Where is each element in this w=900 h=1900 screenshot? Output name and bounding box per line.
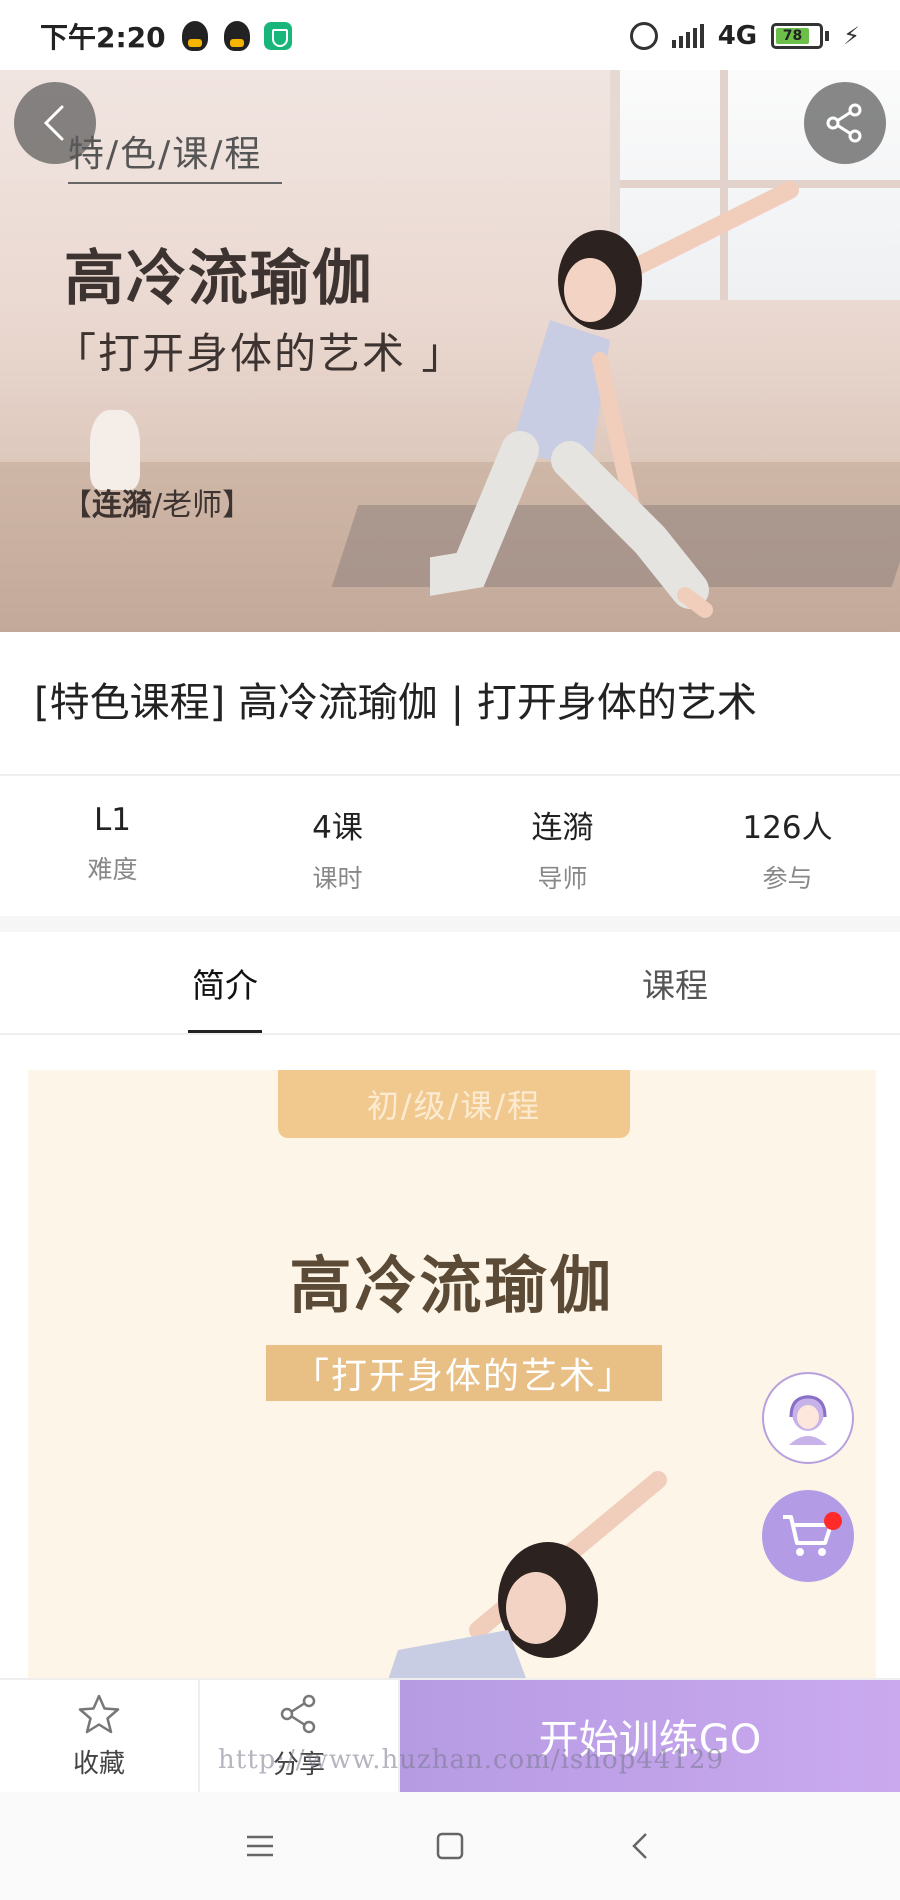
poster-subtitle: 「打开身体的艺术」 — [266, 1345, 662, 1401]
network-type: 4G — [717, 21, 758, 51]
cart-button[interactable] — [762, 1490, 854, 1582]
battery-icon: 78 — [771, 23, 830, 49]
poster-title: 高冷流瑜伽 — [289, 1249, 615, 1322]
system-back-button[interactable] — [620, 1826, 660, 1866]
stat-difficulty: L1 难度 — [87, 802, 138, 884]
hero-teacher: 【连漪/老师】 — [62, 488, 253, 523]
course-stats: L1 难度 4课 课时 连漪 导师 126人 参与 — [0, 776, 900, 916]
stat-lessons: 4课 课时 — [312, 810, 363, 893]
share-top-button[interactable] — [804, 82, 886, 164]
stat-instructor: 连漪 导师 — [531, 810, 594, 893]
signal-icon — [671, 24, 704, 48]
back-icon — [43, 105, 64, 141]
tab-lessons[interactable]: 课程 — [450, 932, 900, 1033]
yoga-instructor-photo — [430, 181, 799, 618]
poster-badge: 初/级/课/程 — [278, 1070, 630, 1138]
content-tabs: 简介 课程 — [0, 932, 900, 1035]
customer-service-button[interactable] — [762, 1372, 854, 1464]
tab-intro[interactable]: 简介 — [0, 932, 450, 1033]
security-app-icon — [263, 22, 292, 50]
course-title: [特色课程] 高冷流瑜伽 | 打开身体的艺术 — [34, 680, 757, 726]
start-training-button[interactable]: 开始训练GO — [400, 1680, 900, 1792]
hero-tag: 特/色/课/程 — [68, 134, 263, 175]
favorite-label: 收藏 — [72, 1748, 125, 1779]
cart-badge-dot — [824, 1512, 842, 1530]
hero-subtitle: 「打开身体的艺术 」 — [54, 329, 466, 378]
recent-apps-button[interactable] — [240, 1826, 280, 1866]
hero-teacher-name: 连漪 — [92, 488, 152, 523]
vase-illustration — [90, 410, 140, 490]
home-button[interactable] — [430, 1826, 470, 1866]
favorite-button[interactable]: 收藏 — [0, 1680, 200, 1792]
share-button[interactable]: 分享 — [200, 1680, 400, 1792]
status-indicators: 4G 78 ⚡ — [629, 21, 860, 51]
menu-icon — [247, 1835, 273, 1857]
intro-poster: 初/级/课/程 高冷流瑜伽 「打开身体的艺术」 — [28, 1070, 876, 1700]
stat-participants: 126人 参与 — [742, 810, 833, 893]
poster-instructor-photo — [381, 1471, 667, 1700]
back-button[interactable] — [14, 82, 96, 164]
alarm-icon — [629, 22, 658, 50]
headset-avatar-icon — [789, 1395, 827, 1445]
star-icon — [78, 1694, 120, 1733]
qq-notification-icon-2 — [223, 21, 250, 51]
share-icon — [826, 103, 862, 143]
share-icon — [280, 1694, 316, 1733]
qq-notification-icon — [181, 21, 208, 51]
system-nav-bar — [0, 1792, 900, 1900]
charging-icon: ⚡ — [843, 22, 860, 50]
status-time: 下午2:20 — [40, 21, 166, 54]
watermark-text: http://www.huzhan.com/ishop44129 — [218, 1745, 724, 1775]
hero-banner: 特/色/课/程 高冷流瑜伽 「打开身体的艺术 」 【连漪/老师】 — [0, 70, 900, 632]
nav-back-icon — [632, 1833, 647, 1859]
hero-title: 高冷流瑜伽 — [64, 244, 374, 314]
battery-level: 78 — [776, 28, 809, 44]
status-bar: 下午2:20 4G 78 ⚡ — [0, 0, 900, 72]
home-square-icon — [436, 1832, 464, 1860]
